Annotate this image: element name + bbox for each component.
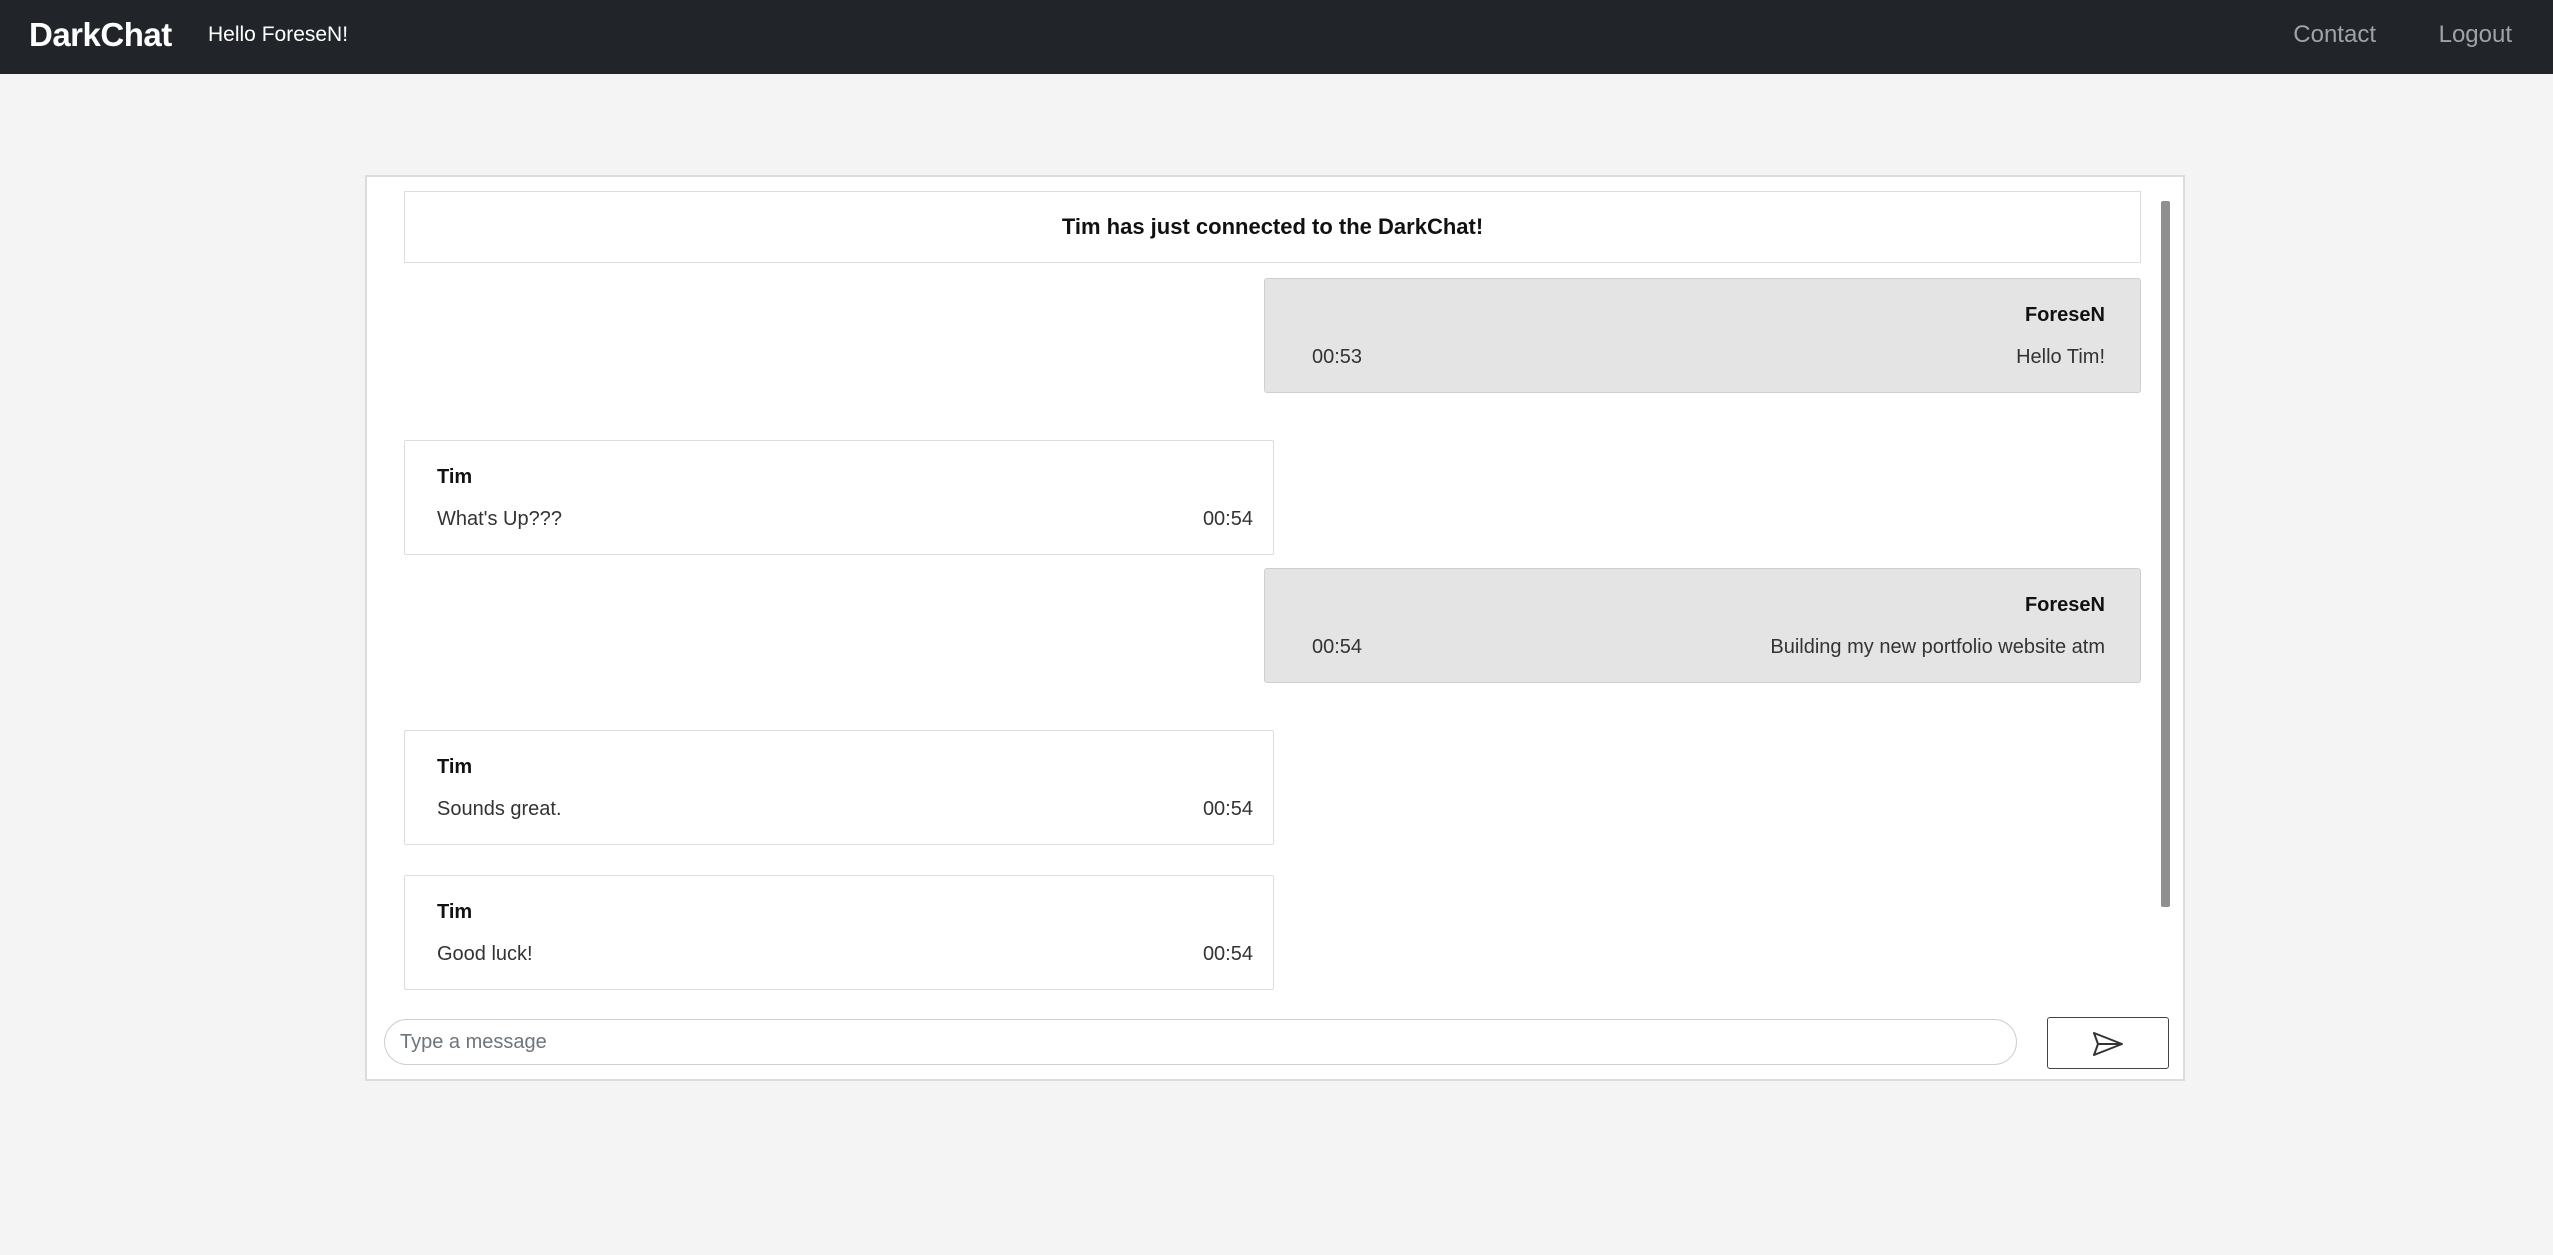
chat-message-other: Tim Good luck! 00:54 bbox=[404, 875, 1274, 990]
message-text: What's Up??? bbox=[437, 508, 562, 530]
message-author: Tim bbox=[437, 466, 473, 488]
message-time: 00:54 bbox=[1202, 943, 1253, 965]
system-message: Tim has just connected to the DarkChat! bbox=[404, 191, 2141, 263]
brand-logo[interactable]: DarkChat bbox=[29, 15, 172, 55]
chat-message-own: ForeseN 00:53 Hello Tim! bbox=[1264, 278, 2141, 393]
message-author: Tim bbox=[437, 901, 473, 923]
navbar: DarkChat Hello ForeseN! Contact Logout bbox=[0, 0, 2553, 74]
user-greeting: Hello ForeseN! bbox=[208, 23, 349, 46]
chat-card: Tim has just connected to the DarkChat! … bbox=[365, 175, 2185, 1081]
message-author: ForeseN bbox=[2024, 304, 2105, 326]
chat-message-other: Tim What's Up??? 00:54 bbox=[404, 440, 1274, 555]
nav-contact-link[interactable]: Contact bbox=[2293, 20, 2376, 50]
message-composer bbox=[367, 1007, 2183, 1077]
send-icon bbox=[2093, 1032, 2123, 1056]
message-time: 00:54 bbox=[1312, 636, 1363, 658]
send-button[interactable] bbox=[2047, 1017, 2169, 1069]
message-author: Tim bbox=[437, 756, 473, 778]
nav-logout-link[interactable]: Logout bbox=[2439, 20, 2512, 50]
message-author: ForeseN bbox=[2024, 594, 2105, 616]
message-time: 00:54 bbox=[1202, 798, 1253, 820]
message-text: Good luck! bbox=[437, 943, 533, 965]
message-text: Hello Tim! bbox=[2016, 346, 2105, 368]
message-text: Building my new portfolio website atm bbox=[1770, 636, 2105, 658]
chat-message-other: Tim Sounds great. 00:54 bbox=[404, 730, 1274, 845]
message-time: 00:53 bbox=[1312, 346, 1363, 368]
message-input[interactable] bbox=[384, 1019, 2017, 1065]
message-list[interactable]: Tim has just connected to the DarkChat! … bbox=[367, 177, 2183, 997]
message-text: Sounds great. bbox=[437, 798, 562, 820]
scrollbar-thumb[interactable] bbox=[2161, 201, 2170, 907]
message-time: 00:54 bbox=[1202, 508, 1253, 530]
chat-message-own: ForeseN 00:54 Building my new portfolio … bbox=[1264, 568, 2141, 683]
